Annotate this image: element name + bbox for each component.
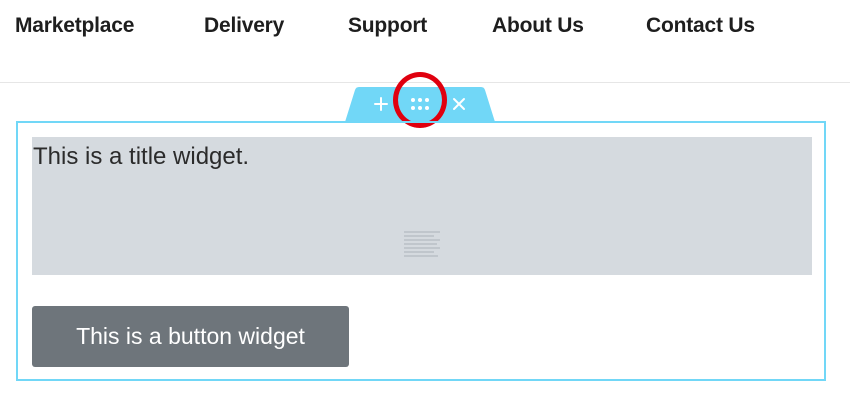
page: Marketplace Delivery Support About Us Co… xyxy=(0,0,850,415)
button-widget[interactable]: This is a button widget xyxy=(32,306,349,367)
nav-item-delivery[interactable]: Delivery xyxy=(204,14,284,38)
nav-item-marketplace[interactable]: Marketplace xyxy=(15,14,134,38)
highlight-circle xyxy=(393,72,447,128)
close-icon xyxy=(453,98,465,110)
delete-section-button[interactable] xyxy=(447,92,471,116)
plus-icon xyxy=(374,97,388,111)
title-widget[interactable]: This is a title widget. xyxy=(32,137,812,275)
text-align-icon xyxy=(404,231,440,257)
top-navigation: Marketplace Delivery Support About Us Co… xyxy=(0,0,850,83)
nav-item-support[interactable]: Support xyxy=(348,14,427,38)
nav-item-about-us[interactable]: About Us xyxy=(492,14,584,38)
editor-section[interactable]: This is a title widget. This is a button… xyxy=(16,121,826,381)
title-widget-text: This is a title widget. xyxy=(33,143,250,170)
nav-item-contact-us[interactable]: Contact Us xyxy=(646,14,755,38)
add-section-button[interactable] xyxy=(369,92,393,116)
